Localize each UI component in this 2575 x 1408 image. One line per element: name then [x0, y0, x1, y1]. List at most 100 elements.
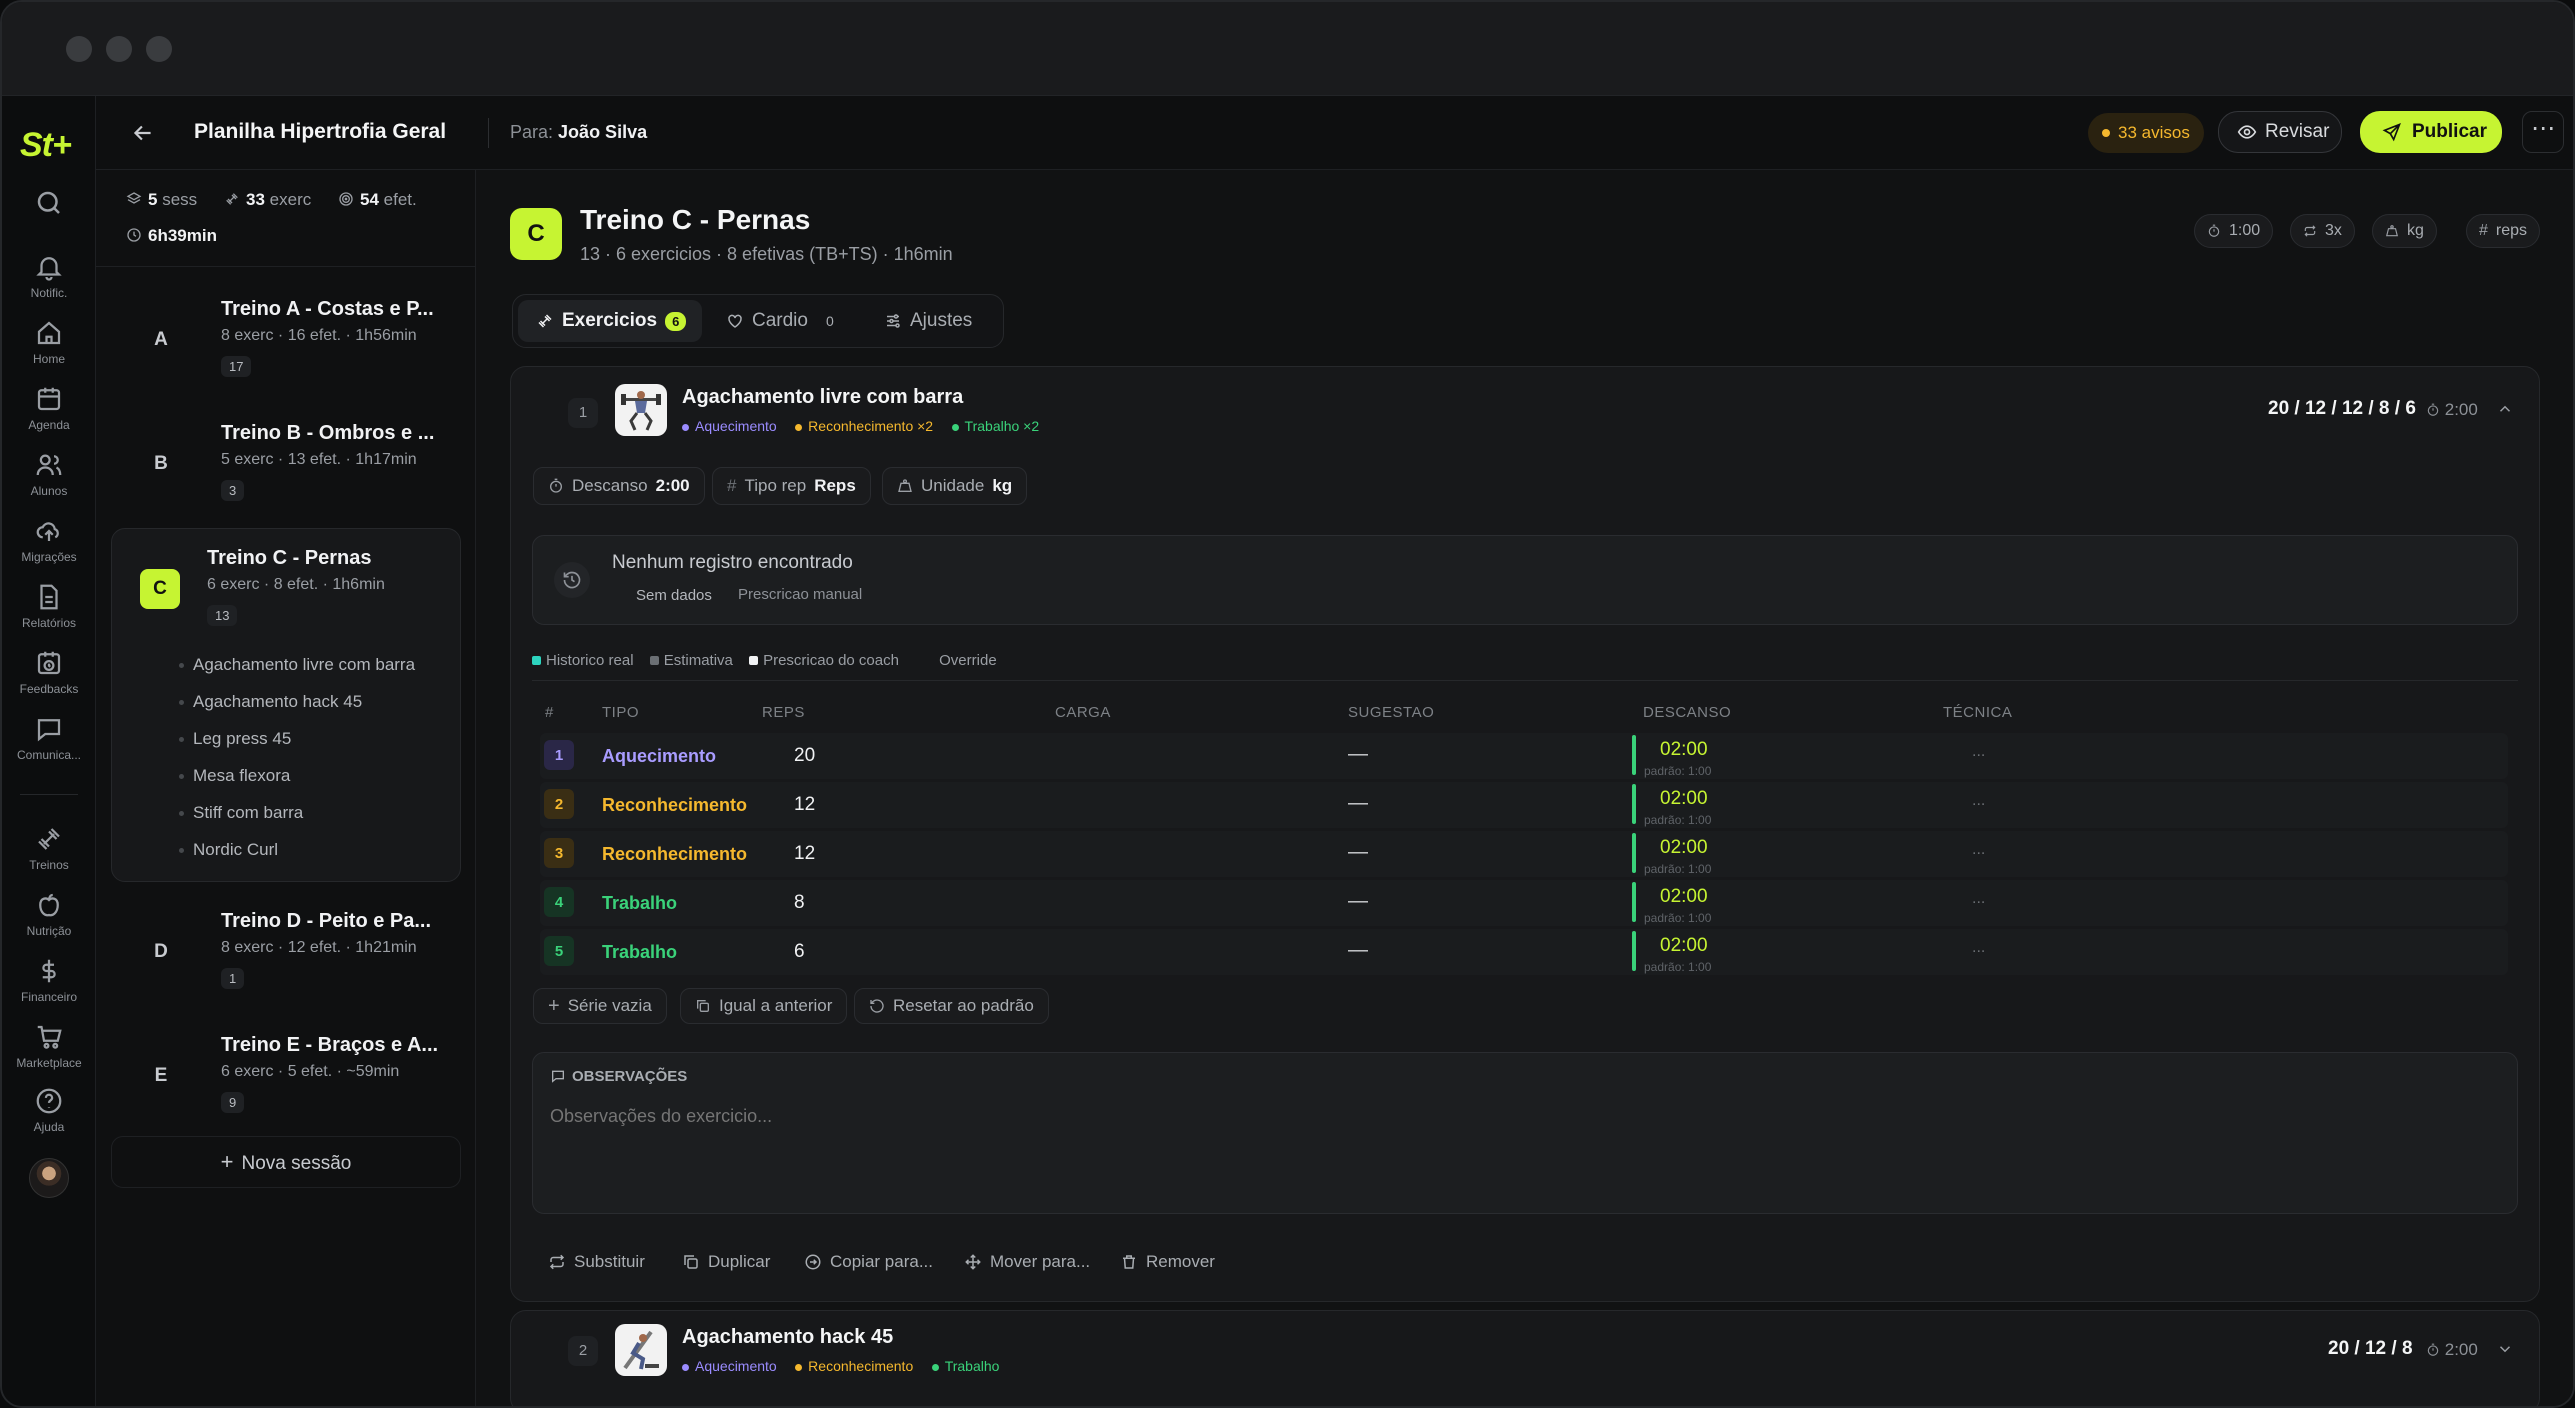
- set-type[interactable]: Reconhecimento: [602, 844, 747, 865]
- rail-comunicacao[interactable]: Comunica...: [2, 714, 96, 762]
- set-technique[interactable]: ...: [1972, 841, 1985, 859]
- rest-config-chip[interactable]: Descanso 2:00: [533, 467, 705, 505]
- reset-icon: [870, 999, 884, 1013]
- copy-to-button[interactable]: Copiar para...: [804, 1252, 933, 1272]
- window-minimize-dot[interactable]: [106, 36, 132, 62]
- rail-ajuda[interactable]: Ajuda: [2, 1086, 96, 1134]
- session-item-c[interactable]: C Treino C - Pernas 6 exerc · 8 efet. · …: [111, 528, 461, 882]
- notes-textarea[interactable]: [550, 1106, 2500, 1196]
- session-exercise[interactable]: Agachamento livre com barra: [178, 655, 415, 675]
- copy-icon: [697, 1000, 709, 1012]
- new-session-label: Nova sessão: [241, 1153, 352, 1174]
- rail-alunos[interactable]: Alunos: [2, 450, 96, 498]
- tag-aquecimento: Aquecimento: [682, 418, 777, 434]
- exercise-name[interactable]: Agachamento livre com barra: [682, 386, 963, 409]
- table-row[interactable]: 5 Trabalho 6 — 02:00 padrão: 1:00 ...: [540, 929, 2508, 975]
- chevron-down-icon[interactable]: [2496, 1340, 2514, 1358]
- tab-cardio[interactable]: Cardio 0: [726, 300, 846, 342]
- rail-treinos[interactable]: Treinos: [2, 824, 96, 872]
- empty-set-button[interactable]: + Série vazia: [533, 988, 667, 1024]
- new-session-button[interactable]: + Nova sessão: [111, 1136, 461, 1188]
- publish-button[interactable]: Publicar: [2360, 111, 2502, 153]
- session-item-d[interactable]: D Treino D - Peito e Pa... 8 exerc · 12 …: [111, 892, 461, 1008]
- rep-type-chip[interactable]: # Tipo rep Reps: [712, 467, 871, 505]
- session-exercise[interactable]: Leg press 45: [178, 729, 291, 749]
- set-number: 4: [544, 887, 574, 917]
- set-reps[interactable]: 20: [794, 745, 815, 767]
- session-title: Treino B - Ombros e ...: [221, 422, 435, 444]
- set-rest[interactable]: 02:00: [1660, 935, 1708, 957]
- replace-button[interactable]: Substituir: [548, 1252, 645, 1272]
- set-rest[interactable]: 02:00: [1660, 788, 1708, 810]
- rail-financeiro[interactable]: Financeiro: [2, 956, 96, 1004]
- rail-home[interactable]: Home: [2, 318, 96, 366]
- user-avatar[interactable]: [29, 1158, 69, 1198]
- set-type[interactable]: Aquecimento: [602, 746, 716, 767]
- set-reps[interactable]: 8: [794, 892, 805, 914]
- set-suggestion: —: [1348, 792, 1368, 814]
- session-exercise[interactable]: Stiff com barra: [178, 803, 303, 823]
- remove-button[interactable]: Remover: [1120, 1252, 1215, 1272]
- window-close-dot[interactable]: [66, 36, 92, 62]
- session-count: 13: [207, 605, 238, 626]
- tab-ajustes[interactable]: Ajustes: [884, 300, 994, 342]
- session-exercise[interactable]: Mesa flexora: [178, 766, 290, 786]
- rail-agenda[interactable]: Agenda: [2, 384, 96, 432]
- rail-notifications[interactable]: Notific.: [2, 252, 96, 300]
- set-type[interactable]: Trabalho: [602, 942, 677, 963]
- set-number: 3: [544, 838, 574, 868]
- session-item-e[interactable]: E Treino E - Braços e A... 6 exerc · 5 e…: [111, 1016, 461, 1132]
- session-exercise[interactable]: Nordic Curl: [178, 840, 278, 860]
- default-unit-chip[interactable]: kg: [2372, 214, 2437, 248]
- rail-relatorios[interactable]: Relatórios: [2, 582, 96, 630]
- set-rest[interactable]: 02:00: [1660, 886, 1708, 908]
- review-button[interactable]: Revisar: [2218, 111, 2342, 153]
- more-dots-icon: ⋯: [2531, 115, 2555, 142]
- hash-icon: #: [727, 476, 737, 495]
- exercise-name[interactable]: Agachamento hack 45: [682, 1326, 893, 1349]
- move-to-button[interactable]: Mover para...: [964, 1252, 1090, 1272]
- set-reps[interactable]: 6: [794, 941, 805, 963]
- tab-exercicios[interactable]: Exercicios 6: [518, 300, 702, 342]
- rail-search[interactable]: [2, 188, 96, 218]
- rail-feedbacks[interactable]: Feedbacks: [2, 648, 96, 696]
- table-row[interactable]: 1 Aquecimento 20 — 02:00 padrão: 1:00 ..…: [540, 733, 2508, 779]
- back-arrow-icon[interactable]: [130, 120, 156, 146]
- table-row[interactable]: 3 Reconhecimento 12 — 02:00 padrão: 1:00…: [540, 831, 2508, 877]
- tab-label: Cardio: [752, 310, 808, 331]
- session-item-b[interactable]: B Treino B - Ombros e ... 5 exerc · 13 e…: [111, 404, 461, 520]
- set-rest[interactable]: 02:00: [1660, 837, 1708, 859]
- set-technique[interactable]: ...: [1972, 743, 1985, 761]
- set-technique[interactable]: ...: [1972, 890, 1985, 908]
- set-reps[interactable]: 12: [794, 843, 815, 865]
- set-type[interactable]: Reconhecimento: [602, 795, 747, 816]
- warnings-badge[interactable]: 33 avisos: [2088, 113, 2204, 153]
- same-as-previous-button[interactable]: Igual a anterior: [680, 988, 848, 1024]
- history-icon-wrap: [554, 562, 590, 598]
- unit-chip[interactable]: Unidade kg: [882, 467, 1028, 505]
- set-rest[interactable]: 02:00: [1660, 739, 1708, 761]
- session-item-a[interactable]: A Treino A - Costas e P... 8 exerc · 16 …: [111, 280, 461, 396]
- default-sets-chip[interactable]: 3x: [2290, 214, 2355, 248]
- chevron-up-icon[interactable]: [2496, 400, 2514, 418]
- session-exercise[interactable]: Agachamento hack 45: [178, 692, 362, 712]
- table-row[interactable]: 2 Reconhecimento 12 — 02:00 padrão: 1:00…: [540, 782, 2508, 828]
- set-reps[interactable]: 12: [794, 794, 815, 816]
- action-label: Mover para...: [990, 1252, 1091, 1271]
- set-technique[interactable]: ...: [1972, 792, 1985, 810]
- default-reptype-chip[interactable]: # reps: [2466, 214, 2541, 248]
- tab-label: Ajustes: [910, 310, 973, 331]
- set-technique[interactable]: ...: [1972, 939, 1985, 957]
- reset-default-button[interactable]: Resetar ao padrão: [854, 988, 1049, 1024]
- default-rest-chip[interactable]: 1:00: [2194, 214, 2274, 248]
- rail-nutricao[interactable]: Nutrição: [2, 890, 96, 938]
- set-type[interactable]: Trabalho: [602, 893, 677, 914]
- table-row[interactable]: 4 Trabalho 8 — 02:00 padrão: 1:00 ...: [540, 880, 2508, 926]
- rail-migracoes[interactable]: Migrações: [2, 516, 96, 564]
- duplicate-button[interactable]: Duplicar: [682, 1252, 770, 1272]
- publish-label: Publicar: [2412, 121, 2487, 142]
- rail-marketplace[interactable]: Marketplace: [2, 1022, 96, 1070]
- assigned-to[interactable]: Para: João Silva: [510, 122, 647, 143]
- window-zoom-dot[interactable]: [146, 36, 172, 62]
- more-button[interactable]: ⋯: [2522, 111, 2564, 153]
